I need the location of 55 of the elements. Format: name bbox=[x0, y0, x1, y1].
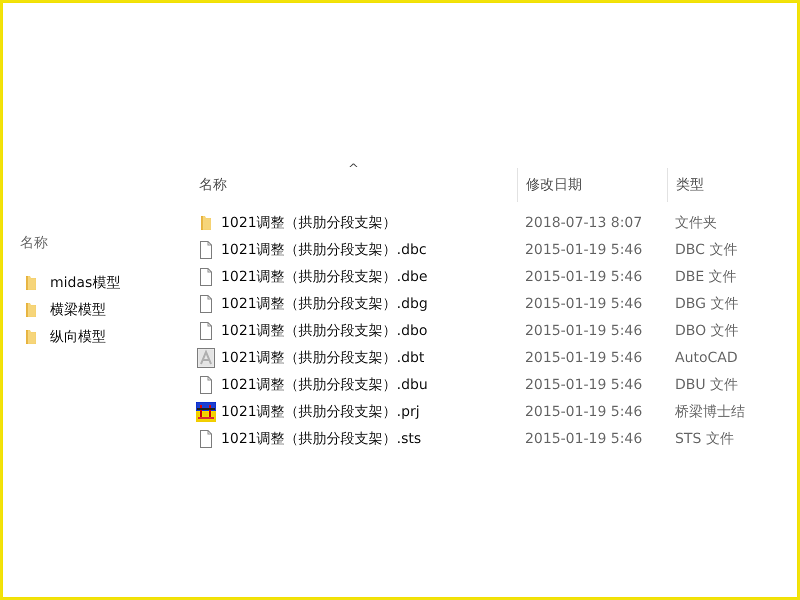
file-row[interactable]: 1021调整（拱肋分段支架）.dbe 2015-01-19 5:46 DBE 文件 bbox=[193, 263, 797, 290]
file-type: 桥梁博士结 bbox=[675, 402, 745, 420]
file-type: DBG 文件 bbox=[675, 294, 738, 312]
modified-date: 2018-07-13 8:07 bbox=[525, 214, 642, 230]
document-icon bbox=[199, 430, 213, 448]
column-header: 名称 bbox=[20, 234, 49, 252]
file-row[interactable]: 1021调整（拱肋分段支架）.dbo 2015-01-19 5:46 DBO 文件 bbox=[193, 317, 797, 344]
file-row[interactable]: 1021调整（拱肋分段支架）.dbg 2015-01-19 5:46 DBG 文件 bbox=[193, 290, 797, 317]
document-icon bbox=[199, 294, 213, 312]
modified-date: 2015-01-19 5:46 bbox=[525, 404, 642, 420]
document-icon bbox=[199, 376, 213, 394]
file-row[interactable]: 1021调整（拱肋分段支架）.dbt 2015-01-19 5:46 AutoCAD bbox=[193, 344, 797, 371]
file-name: 1021调整（拱肋分段支架）.dbu bbox=[221, 376, 428, 394]
file-name: 1021调整（拱肋分段支架）.prj bbox=[221, 402, 420, 420]
folder-icon bbox=[24, 328, 38, 344]
modified-date: 2015-01-19 5:46 bbox=[525, 268, 642, 284]
modified-date: 2015-01-19 5:46 bbox=[525, 322, 642, 338]
modified-date: 2015-01-19 5:46 bbox=[525, 296, 642, 312]
folder-item[interactable]: 纵向模型 bbox=[20, 323, 193, 350]
file-name: 1021调整（拱肋分段支架） bbox=[221, 214, 397, 232]
bridge-app-icon bbox=[196, 402, 216, 422]
file-row[interactable]: 1021调整（拱肋分段支架）.dbc 2015-01-19 5:46 DBC 文件 bbox=[193, 236, 797, 263]
file-type: STS 文件 bbox=[675, 430, 734, 448]
modified-date: 2015-01-19 5:46 bbox=[525, 376, 642, 392]
file-type: AutoCAD bbox=[675, 350, 738, 366]
column-header[interactable]: 类型 bbox=[667, 168, 797, 202]
file-row[interactable]: 1021调整（拱肋分段支架）.sts 2015-01-19 5:46 STS 文件 bbox=[193, 425, 797, 452]
file-name: 1021调整（拱肋分段支架）.dbe bbox=[221, 268, 428, 286]
file-row[interactable]: 1021调整（拱肋分段支架）.dbu 2015-01-19 5:46 DBU 文件 bbox=[193, 371, 797, 398]
file-type: DBU 文件 bbox=[675, 376, 738, 394]
document-icon bbox=[199, 268, 213, 286]
folder-icon bbox=[24, 274, 38, 290]
folder-icon bbox=[24, 302, 38, 318]
file-type: DBC 文件 bbox=[675, 240, 738, 258]
file-name: 1021调整（拱肋分段支架）.dbo bbox=[221, 322, 428, 340]
file-row[interactable]: 1021调整（拱肋分段支架） 2018-07-13 8:07 文件夹 bbox=[193, 209, 797, 236]
column-header[interactable]: 修改日期 bbox=[517, 168, 667, 202]
modified-date: 2015-01-19 5:46 bbox=[525, 430, 642, 446]
file-row[interactable]: 1021调整（拱肋分段支架）.prj 2015-01-19 5:46 桥梁博士结 bbox=[193, 398, 797, 425]
file-name: 1021调整（拱肋分段支架）.dbc bbox=[221, 240, 427, 258]
folder-item[interactable]: 横梁模型 bbox=[20, 296, 193, 323]
sort-indicator: ^ bbox=[348, 162, 359, 177]
document-icon bbox=[199, 240, 213, 258]
file-name: 1021调整（拱肋分段支架）.dbg bbox=[221, 294, 428, 312]
file-type: 文件夹 bbox=[675, 214, 717, 232]
document-icon bbox=[199, 322, 213, 340]
file-name: 1021调整（拱肋分段支架）.dbt bbox=[221, 348, 424, 366]
file-name: 1021调整（拱肋分段支架）.sts bbox=[221, 430, 422, 448]
cad-file-icon bbox=[197, 348, 215, 368]
folder-icon bbox=[199, 214, 213, 230]
file-type: DBE 文件 bbox=[675, 268, 737, 286]
file-type: DBO 文件 bbox=[675, 322, 739, 340]
folder-item[interactable]: midas模型 bbox=[20, 269, 193, 296]
modified-date: 2015-01-19 5:46 bbox=[525, 242, 642, 258]
modified-date: 2015-01-19 5:46 bbox=[525, 350, 642, 366]
